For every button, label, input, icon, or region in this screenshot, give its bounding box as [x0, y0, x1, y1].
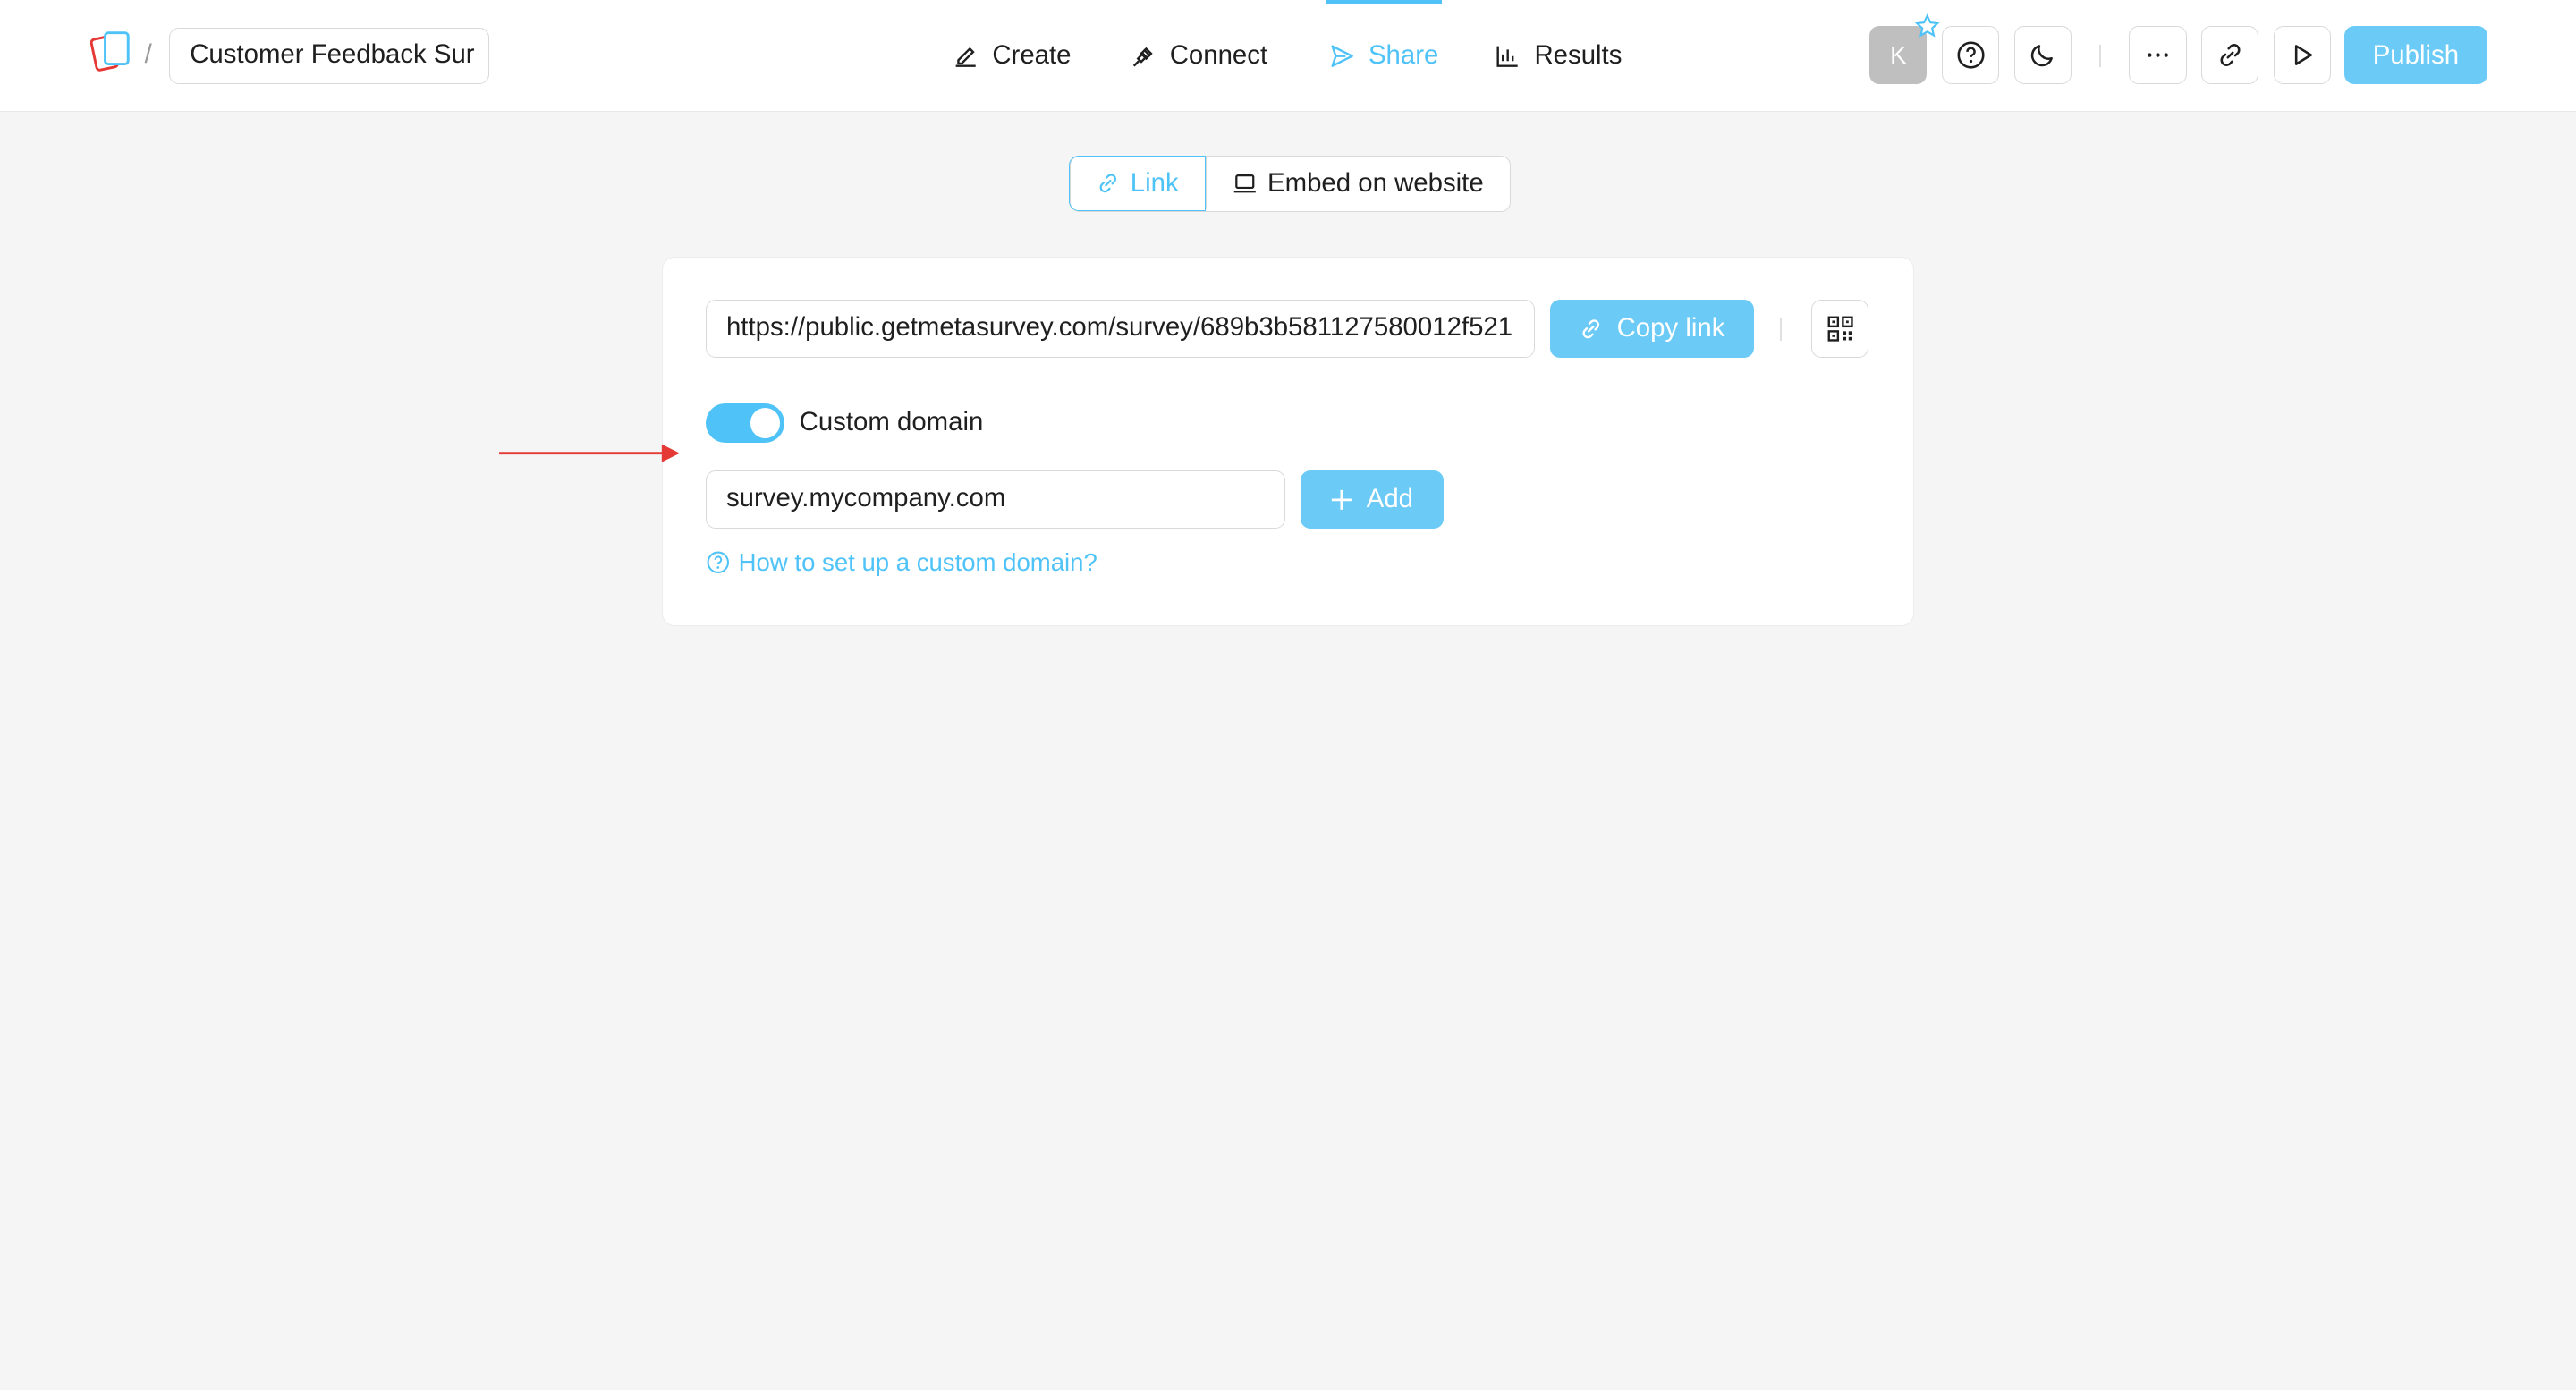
custom-domain-input[interactable]: survey.mycompany.com	[705, 470, 1286, 529]
add-domain-label: Add	[1366, 484, 1414, 514]
share-link-card: https://public.getmetasurvey.com/survey/…	[662, 256, 1914, 626]
divider	[1780, 318, 1782, 342]
survey-url-field[interactable]: https://public.getmetasurvey.com/survey/…	[705, 300, 1536, 358]
survey-title-input[interactable]: Customer Feedback Sur	[169, 28, 490, 84]
tab-link[interactable]: Link	[1068, 155, 1207, 212]
annotation-arrow-icon	[499, 444, 681, 463]
copy-link-button[interactable]: Copy link	[1550, 300, 1754, 358]
dark-mode-button[interactable]	[2013, 26, 2072, 84]
custom-domain-toggle[interactable]	[705, 403, 785, 444]
more-button[interactable]	[2129, 26, 2187, 84]
tab-share[interactable]: Share	[1326, 0, 1442, 112]
plug-icon	[1132, 47, 1153, 67]
send-icon	[1331, 45, 1353, 67]
link-icon	[2220, 44, 2241, 66]
tab-embed-label: Embed on website	[1267, 167, 1484, 198]
tab-link-label: Link	[1130, 167, 1179, 198]
copy-link-label: Copy link	[1616, 313, 1725, 343]
ellipsis-icon	[2148, 53, 2168, 57]
help-circle-icon	[1957, 41, 1985, 69]
moon-icon	[2031, 45, 2054, 67]
play-icon	[2294, 45, 2312, 65]
qr-code-icon	[1827, 316, 1853, 342]
share-type-tabs: Link Embed on website	[1068, 155, 1512, 212]
link-icon	[1582, 318, 1600, 338]
custom-domain-help-label: How to set up a custom domain?	[738, 547, 1097, 576]
pencil-icon	[955, 47, 976, 67]
laptop-icon	[1234, 174, 1257, 193]
tab-embed[interactable]: Embed on website	[1206, 157, 1510, 210]
app-logo-icon[interactable]	[90, 30, 133, 75]
tab-results[interactable]: Results	[1495, 0, 1622, 112]
help-button[interactable]	[1941, 26, 2000, 84]
copy-link-button[interactable]	[2201, 26, 2259, 84]
bar-chart-icon	[1496, 46, 1519, 67]
link-icon	[1099, 174, 1117, 193]
custom-domain-help-link[interactable]: How to set up a custom domain?	[706, 548, 1097, 577]
custom-domain-label: Custom domain	[799, 406, 984, 436]
qr-code-button[interactable]	[1811, 300, 1869, 358]
star-icon[interactable]	[1914, 13, 1940, 39]
tab-connect-label: Connect	[1169, 40, 1268, 71]
divider	[2099, 44, 2102, 68]
add-domain-button[interactable]: Add	[1300, 470, 1444, 529]
tab-create[interactable]: Create	[953, 0, 1072, 112]
publish-button[interactable]: Publish	[2343, 26, 2487, 84]
tab-share-label: Share	[1368, 40, 1439, 71]
breadcrumb-separator: /	[144, 39, 152, 70]
tab-connect[interactable]: Connect	[1131, 0, 1267, 112]
tab-results-label: Results	[1534, 40, 1623, 71]
tab-create-label: Create	[992, 40, 1072, 71]
top-bar: / Customer Feedback Sur Create Connect S…	[0, 0, 2576, 112]
plus-icon	[1332, 489, 1352, 510]
help-circle-icon	[707, 551, 729, 573]
preview-button[interactable]	[2273, 26, 2332, 84]
